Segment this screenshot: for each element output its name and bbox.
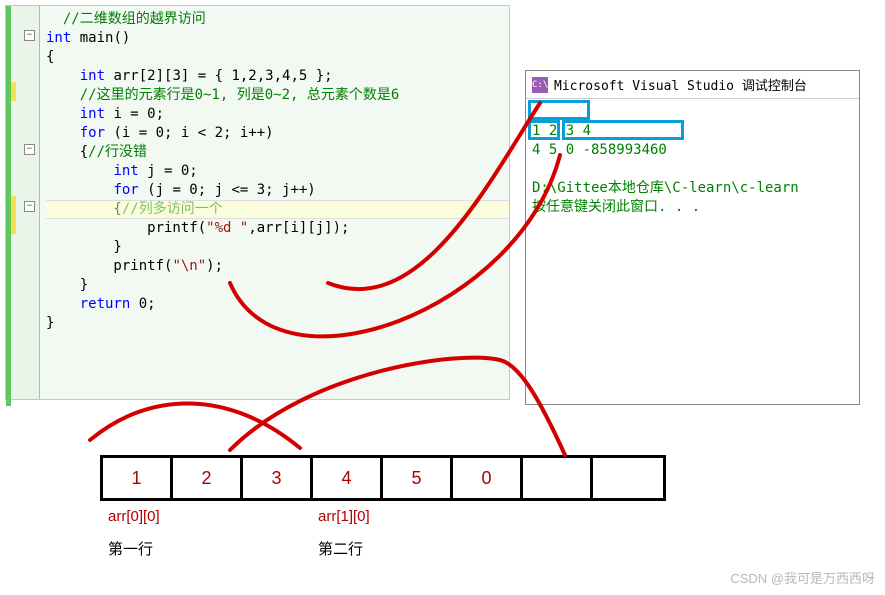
array-cell <box>593 458 663 498</box>
fold-minus-icon[interactable]: − <box>24 144 35 155</box>
array-index-label: arr[0][0] <box>108 508 160 525</box>
highlight-box <box>528 120 560 140</box>
array-cell: 3 <box>243 458 313 498</box>
gutter-yellow-bar <box>11 82 16 101</box>
array-row-label: 第一行 <box>108 538 153 559</box>
array-cell: 1 <box>103 458 173 498</box>
watermark: CSDN @我可是万西西呀 <box>730 568 875 587</box>
array-index-label: arr[1][0] <box>318 508 370 525</box>
fold-minus-icon[interactable]: − <box>24 201 35 212</box>
code-editor: − − − //二维数组的越界访问 int main() { int arr[2… <box>5 5 510 400</box>
console-path: D:\Gittee本地仓库\C-learn\c-learn <box>532 180 799 196</box>
array-row-label: 第二行 <box>318 538 363 559</box>
fold-minus-icon[interactable]: − <box>24 30 35 41</box>
editor-gutter: − − − <box>6 6 40 399</box>
array-diagram: 123450 <box>100 455 666 501</box>
gutter-yellow-bar <box>11 196 16 234</box>
vs-icon: C:\ <box>532 77 548 93</box>
console-titlebar: C:\ Microsoft Visual Studio 调试控制台 <box>526 71 859 99</box>
array-cell <box>523 458 593 498</box>
highlight-box <box>562 120 684 140</box>
array-cell: 2 <box>173 458 243 498</box>
current-line-highlight <box>46 200 509 219</box>
highlight-box <box>528 100 590 120</box>
array-cell: 0 <box>453 458 523 498</box>
array-cell: 5 <box>383 458 453 498</box>
console-output-line: 4 5 0 -858993460 <box>532 142 667 158</box>
array-cell: 4 <box>313 458 383 498</box>
array-table: 123450 <box>100 455 666 501</box>
console-prompt: 按任意键关闭此窗口. . . <box>532 199 700 215</box>
console-title-text: Microsoft Visual Studio 调试控制台 <box>554 75 807 94</box>
